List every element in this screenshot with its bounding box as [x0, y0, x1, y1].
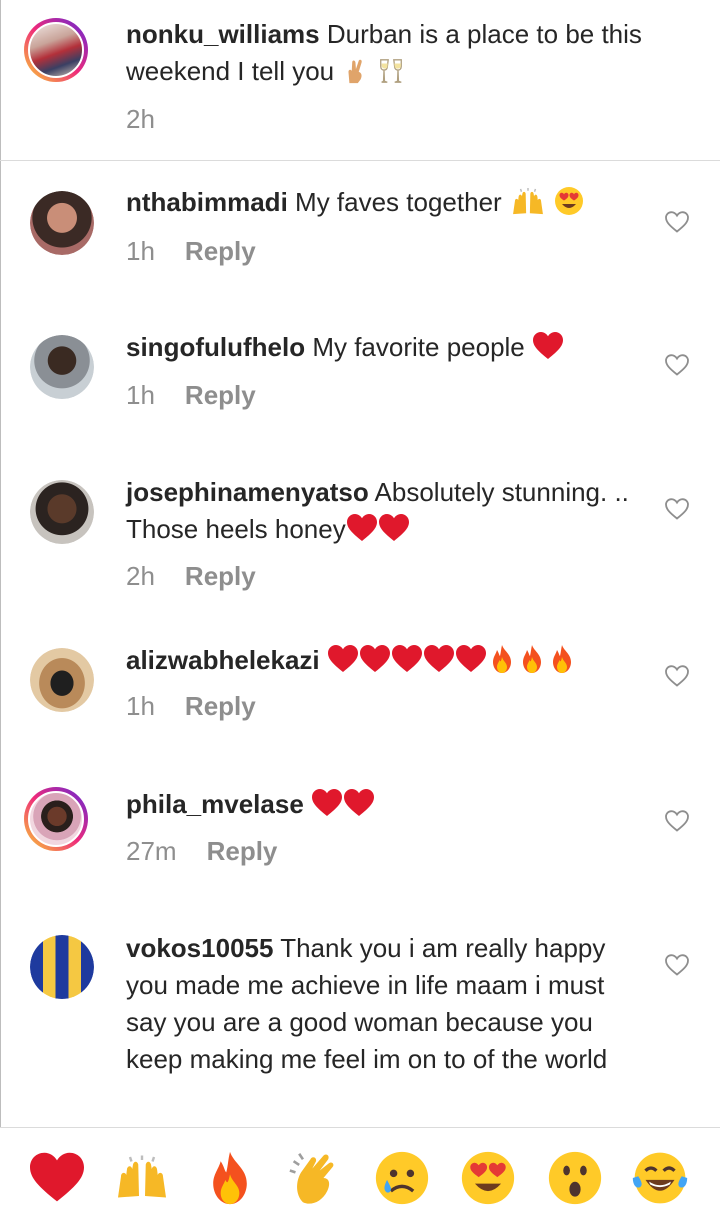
- comment-item: nthabimmadi My faves together 1h Reply: [0, 160, 720, 305]
- red-heart-icon: [391, 644, 423, 674]
- red-heart-icon: [343, 788, 375, 818]
- timestamp: 1h: [126, 380, 155, 410]
- avatar[interactable]: [30, 191, 94, 255]
- like-heart-icon[interactable]: [664, 496, 690, 522]
- raising-hands-icon: [509, 188, 547, 216]
- timestamp: 1h: [126, 236, 155, 266]
- comment-meta: 27m Reply: [126, 836, 277, 867]
- comments-screen: nonku_williams Durban is a place to be t…: [0, 0, 720, 1207]
- comment-item: vokos10055 Thank you i am really happy y…: [0, 920, 720, 1127]
- reply-button[interactable]: Reply: [185, 380, 256, 410]
- username[interactable]: singofulufhelo: [126, 332, 305, 362]
- comment-text-block: vokos10055 Thank you i am really happy y…: [126, 930, 641, 1078]
- avatar[interactable]: [24, 787, 88, 851]
- like-heart-icon[interactable]: [664, 952, 690, 978]
- red-heart-icon: [423, 644, 455, 674]
- reply-button[interactable]: Reply: [207, 836, 278, 866]
- red-heart-icon: [378, 513, 410, 543]
- avatar[interactable]: [30, 480, 94, 544]
- clapping-hands-icon[interactable]: [286, 1148, 346, 1207]
- comment-text: My faves together: [295, 187, 502, 217]
- like-heart-icon[interactable]: [664, 209, 690, 235]
- tears-of-joy-icon[interactable]: [630, 1148, 690, 1207]
- raising-hands-icon[interactable]: [112, 1148, 172, 1207]
- comment-item: josephinamenyatso Absolutely stunning. .…: [0, 450, 720, 630]
- red-heart-icon: [311, 788, 343, 818]
- emoji-reaction-bar: [0, 1127, 720, 1207]
- crossed-fingers-icon: [341, 57, 369, 85]
- reply-button[interactable]: Reply: [185, 691, 256, 721]
- timestamp: 27m: [126, 836, 177, 866]
- like-heart-icon[interactable]: [664, 352, 690, 378]
- avatar[interactable]: [30, 935, 94, 999]
- post-caption: nonku_williams Durban is a place to be t…: [0, 0, 720, 161]
- crying-face-icon[interactable]: [372, 1148, 432, 1207]
- comment-text-block: josephinamenyatso Absolutely stunning. .…: [126, 474, 641, 548]
- like-heart-icon[interactable]: [664, 808, 690, 834]
- comment-text-block: alizwabhelekazi: [126, 642, 646, 679]
- username[interactable]: vokos10055: [126, 933, 273, 963]
- username[interactable]: nthabimmadi: [126, 187, 288, 217]
- avatar[interactable]: [30, 648, 94, 712]
- fire-icon[interactable]: [200, 1148, 260, 1207]
- red-heart-icon: [532, 331, 564, 361]
- username[interactable]: phila_mvelase: [126, 789, 304, 819]
- comment-item: singofulufhelo My favorite people 1h Repl…: [0, 305, 720, 450]
- comment-meta: 1h Reply: [126, 380, 256, 411]
- fire-icon: [517, 644, 547, 674]
- heart-eyes-icon: [554, 186, 584, 216]
- username[interactable]: alizwabhelekazi: [126, 645, 320, 675]
- like-heart-icon[interactable]: [664, 663, 690, 689]
- timestamp: 2h: [126, 561, 155, 591]
- red-heart-icon: [346, 513, 378, 543]
- surprised-face-icon[interactable]: [545, 1148, 605, 1207]
- red-heart-icon: [455, 644, 487, 674]
- comment-meta: 2h: [126, 104, 155, 135]
- avatar[interactable]: [24, 18, 88, 82]
- comment-meta: 1h Reply: [126, 691, 256, 722]
- comment-meta: 1h Reply: [126, 236, 256, 267]
- timestamp: 1h: [126, 691, 155, 721]
- red-heart-icon[interactable]: [27, 1148, 87, 1207]
- heart-eyes-icon[interactable]: [458, 1148, 518, 1207]
- comment-text-block: singofulufhelo My favorite people: [126, 329, 646, 366]
- comment-meta: 2h Reply: [126, 561, 256, 592]
- comment-text: My favorite people: [312, 332, 525, 362]
- reply-button[interactable]: Reply: [185, 236, 256, 266]
- fire-icon: [547, 644, 577, 674]
- clinking-glasses-icon: [377, 57, 405, 85]
- red-heart-icon: [359, 644, 391, 674]
- comment-text-block: phila_mvelase: [126, 786, 646, 823]
- avatar[interactable]: [30, 335, 94, 399]
- username[interactable]: nonku_williams: [126, 19, 320, 49]
- comment-text-block: nthabimmadi My faves together: [126, 184, 646, 221]
- red-heart-icon: [327, 644, 359, 674]
- caption-text: nonku_williams Durban is a place to be t…: [126, 16, 646, 90]
- fire-icon: [487, 644, 517, 674]
- timestamp: 2h: [126, 104, 155, 134]
- comment-item: alizwabhelekazi 1h Reply: [0, 630, 720, 770]
- reply-button[interactable]: Reply: [185, 561, 256, 591]
- username[interactable]: josephinamenyatso: [126, 477, 369, 507]
- comment-item: phila_mvelase 27m Reply: [0, 770, 720, 920]
